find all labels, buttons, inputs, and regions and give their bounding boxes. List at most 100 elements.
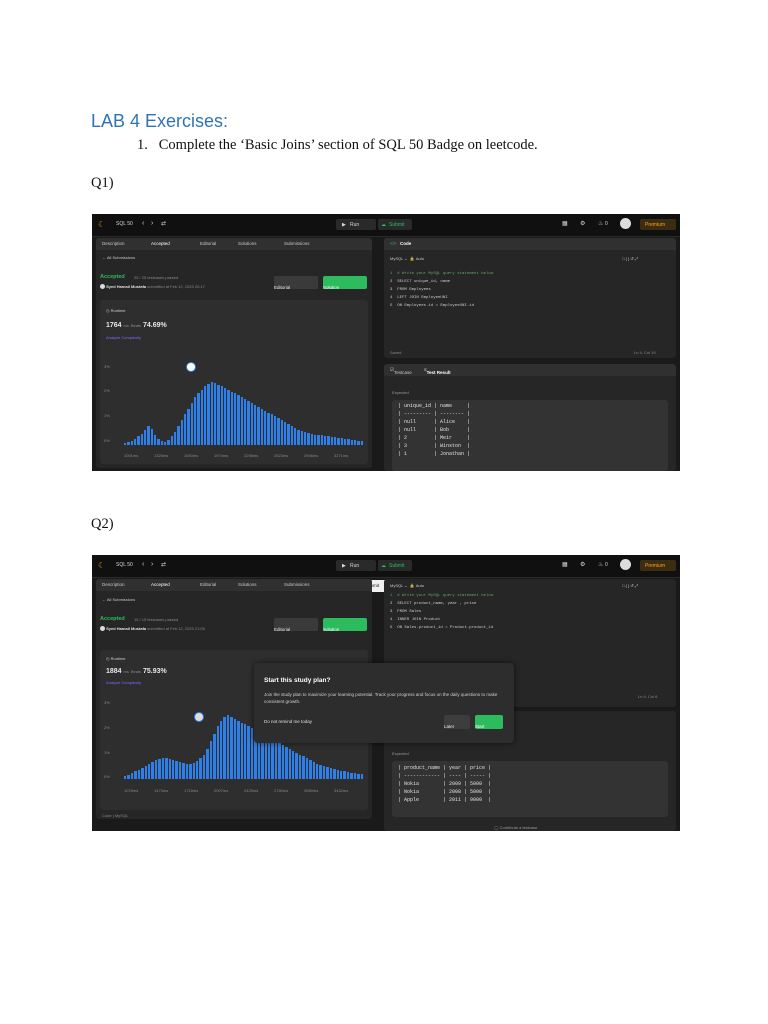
fire-icon[interactable]: ♨ xyxy=(598,220,603,227)
runtime-label: ◷ Runtime xyxy=(106,656,126,661)
chevron-right-icon[interactable]: › xyxy=(151,561,153,568)
editorial-button[interactable]: Editorial xyxy=(274,618,318,632)
tab-submissions[interactable]: Submissions xyxy=(284,582,310,587)
histogram-bar xyxy=(357,774,360,779)
premium-button[interactable]: Premium xyxy=(640,560,676,571)
histogram-bar xyxy=(158,759,161,779)
streak-count: 0 xyxy=(605,562,608,568)
histogram-bar xyxy=(336,769,339,779)
layout-icon[interactable]: ▦ xyxy=(562,561,568,568)
histogram-bar xyxy=(337,438,340,445)
analyze-complexity-link[interactable]: Analyze Complexity xyxy=(106,680,141,685)
x-tick: 1974ms xyxy=(214,453,229,458)
chevron-left-icon[interactable]: ‹ xyxy=(142,220,144,227)
shuffle-icon[interactable]: ⇄ xyxy=(161,220,166,227)
code-editor[interactable]: 1 # Write your MySQL query statement bel… xyxy=(390,593,670,643)
editorial-button[interactable]: Editorial xyxy=(274,276,318,290)
histogram-bar xyxy=(217,384,220,445)
x-tick: 2425ms xyxy=(244,788,259,793)
code-line: 1 # Write your MySQL query statement bel… xyxy=(390,272,494,276)
histogram-bar xyxy=(227,389,230,445)
histogram-bar xyxy=(150,428,153,445)
analyze-complexity-link[interactable]: Analyze Complexity xyxy=(106,335,141,340)
histogram-bar xyxy=(295,752,298,779)
y-tick: 0% xyxy=(104,438,110,443)
language-select[interactable]: MySQL ⌄ 🔒 Auto xyxy=(390,583,424,588)
premium-button[interactable]: Premium xyxy=(640,219,676,230)
language-select[interactable]: MySQL ⌄ 🔒 Auto xyxy=(390,256,424,261)
tab-submissions[interactable]: Submissions xyxy=(284,241,310,246)
avatar[interactable] xyxy=(620,559,631,570)
histogram-bar xyxy=(204,385,207,445)
run-button[interactable]: ▶ Run xyxy=(336,219,376,230)
tab-accepted[interactable]: Accepted xyxy=(151,582,170,587)
solution-button[interactable]: Solution xyxy=(323,618,367,632)
code-editor[interactable]: 1 # Write your MySQL query statement bel… xyxy=(390,271,670,321)
y-tick: 2% xyxy=(104,725,110,730)
runtime-distribution-chart xyxy=(124,382,364,445)
tab-editorial[interactable]: Editorial xyxy=(200,241,216,246)
contribute-testcase-link[interactable]: ◯ Contribute a testcase xyxy=(494,825,537,830)
test-tab-bar: ☑ Testcase ≡ Test Result xyxy=(384,364,676,376)
do-not-remind-link[interactable]: Do not remind me today xyxy=(264,719,312,724)
back-to-submissions-link[interactable]: ← All Submissions xyxy=(102,255,135,260)
tab-accepted[interactable]: Accepted xyxy=(151,241,170,246)
back-to-submissions-link[interactable]: ← All Submissions xyxy=(102,597,135,602)
histogram-bar xyxy=(360,774,363,779)
avatar[interactable] xyxy=(620,218,631,229)
solution-button[interactable]: Solution xyxy=(323,276,367,290)
submit-button[interactable]: ☁ Submit xyxy=(378,560,412,571)
expected-label: Expected xyxy=(392,390,409,395)
editor-actions[interactable]: □ { } ↺ ⤢ xyxy=(622,256,638,261)
settings-icon[interactable]: ⚙ xyxy=(580,220,585,227)
shuffle-icon[interactable]: ⇄ xyxy=(161,561,166,568)
code-language-footer: Code | MySQL xyxy=(102,813,129,818)
histogram-bar xyxy=(237,395,240,445)
later-button[interactable]: Later xyxy=(444,715,470,729)
x-tick: 1650ms xyxy=(184,453,199,458)
problem-list-button[interactable]: SQL 50 xyxy=(116,221,133,227)
histogram-bar xyxy=(206,748,209,779)
code-panel: </> Code MySQL ⌄ 🔒 Auto □ { } ↺ ⤢ 1 # Wri… xyxy=(384,238,676,358)
chevron-left-icon[interactable]: ‹ xyxy=(142,561,144,568)
settings-icon[interactable]: ⚙ xyxy=(580,561,585,568)
histogram-bar xyxy=(324,436,327,445)
histogram-bar xyxy=(250,728,254,779)
x-tick: 2946ms xyxy=(304,453,319,458)
tab-description[interactable]: Description xyxy=(102,582,125,587)
histogram-bar xyxy=(309,760,312,779)
run-button[interactable]: ▶ Run xyxy=(336,560,376,571)
tab-test-result[interactable]: ≡ Test Result xyxy=(424,367,451,375)
histogram-bar xyxy=(124,443,127,445)
layout-icon[interactable]: ▦ xyxy=(562,220,568,227)
modal-body: Join the study plan to maximize your lea… xyxy=(264,692,498,704)
tab-solutions[interactable]: Solutions xyxy=(238,241,257,246)
submitter: Syed Hamail Mustafa submitted at Feb 12,… xyxy=(100,626,205,632)
editor-actions[interactable]: □ { } ↺ ⤢ xyxy=(622,583,638,588)
submit-button[interactable]: ☁ Submit xyxy=(378,219,412,230)
chevron-right-icon[interactable]: › xyxy=(151,220,153,227)
histogram-bar xyxy=(327,436,330,445)
testcases-passed: 15 / 15 testcases passed xyxy=(134,617,179,622)
x-tick: 1715ms xyxy=(184,788,199,793)
x-tick: 2298ms xyxy=(244,453,259,458)
tab-description[interactable]: Description xyxy=(102,241,125,246)
histogram-bar xyxy=(154,760,158,779)
start-button[interactable]: Start xyxy=(475,715,503,729)
histogram-bar xyxy=(147,425,150,445)
tab-testcase[interactable]: ☑ Testcase xyxy=(390,367,412,375)
y-tick: 1% xyxy=(104,413,110,418)
result-line: | unique_id | name | xyxy=(398,403,471,409)
fire-icon[interactable]: ♨ xyxy=(598,561,603,568)
histogram-bar xyxy=(177,425,180,445)
tab-solutions[interactable]: Solutions xyxy=(238,582,257,587)
code-icon: </> xyxy=(390,241,397,246)
runtime-card: ◷ Runtime 1764 ms Beats 74.69% Analyze C… xyxy=(100,300,368,464)
result-line: | Nokia | 2009 | 5000 | xyxy=(398,781,492,787)
histogram-bar xyxy=(194,397,197,445)
histogram-bar xyxy=(284,422,287,445)
histogram-bar xyxy=(134,771,137,779)
problem-list-button[interactable]: SQL 50 xyxy=(116,562,133,568)
tab-editorial[interactable]: Editorial xyxy=(200,582,216,587)
runtime-value: 1884 ms Beats 75.93% xyxy=(106,668,167,675)
